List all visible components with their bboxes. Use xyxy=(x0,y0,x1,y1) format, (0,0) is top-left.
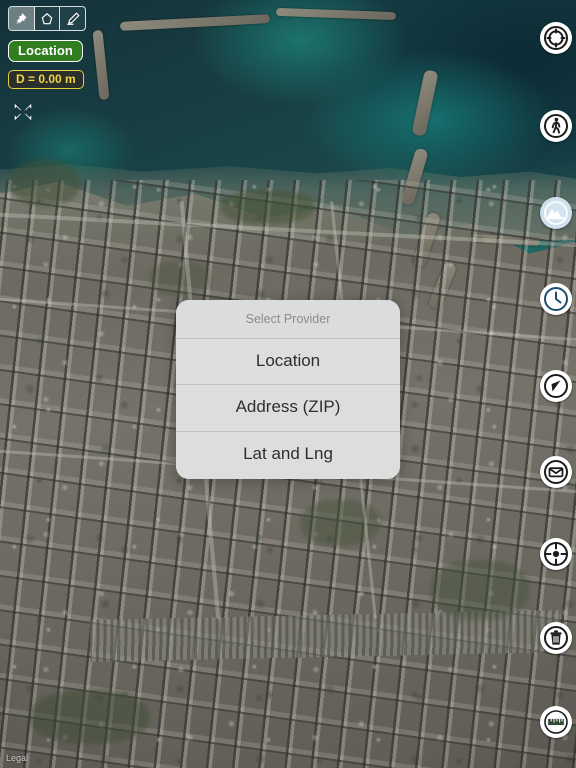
sheet-option-latlng[interactable]: Lat and Lng xyxy=(176,430,400,479)
sheet-option-location[interactable]: Location xyxy=(176,337,400,385)
sheet-option-address[interactable]: Address (ZIP) xyxy=(176,384,400,431)
select-provider-sheet: Select Provider Location Address (ZIP) L… xyxy=(176,300,400,479)
sheet-title: Select Provider xyxy=(176,300,400,338)
action-sheet-overlay[interactable]: Select Provider Location Address (ZIP) L… xyxy=(0,0,576,768)
app-screen: Location D = 0.00 m Legal Select Provide… xyxy=(0,0,576,768)
